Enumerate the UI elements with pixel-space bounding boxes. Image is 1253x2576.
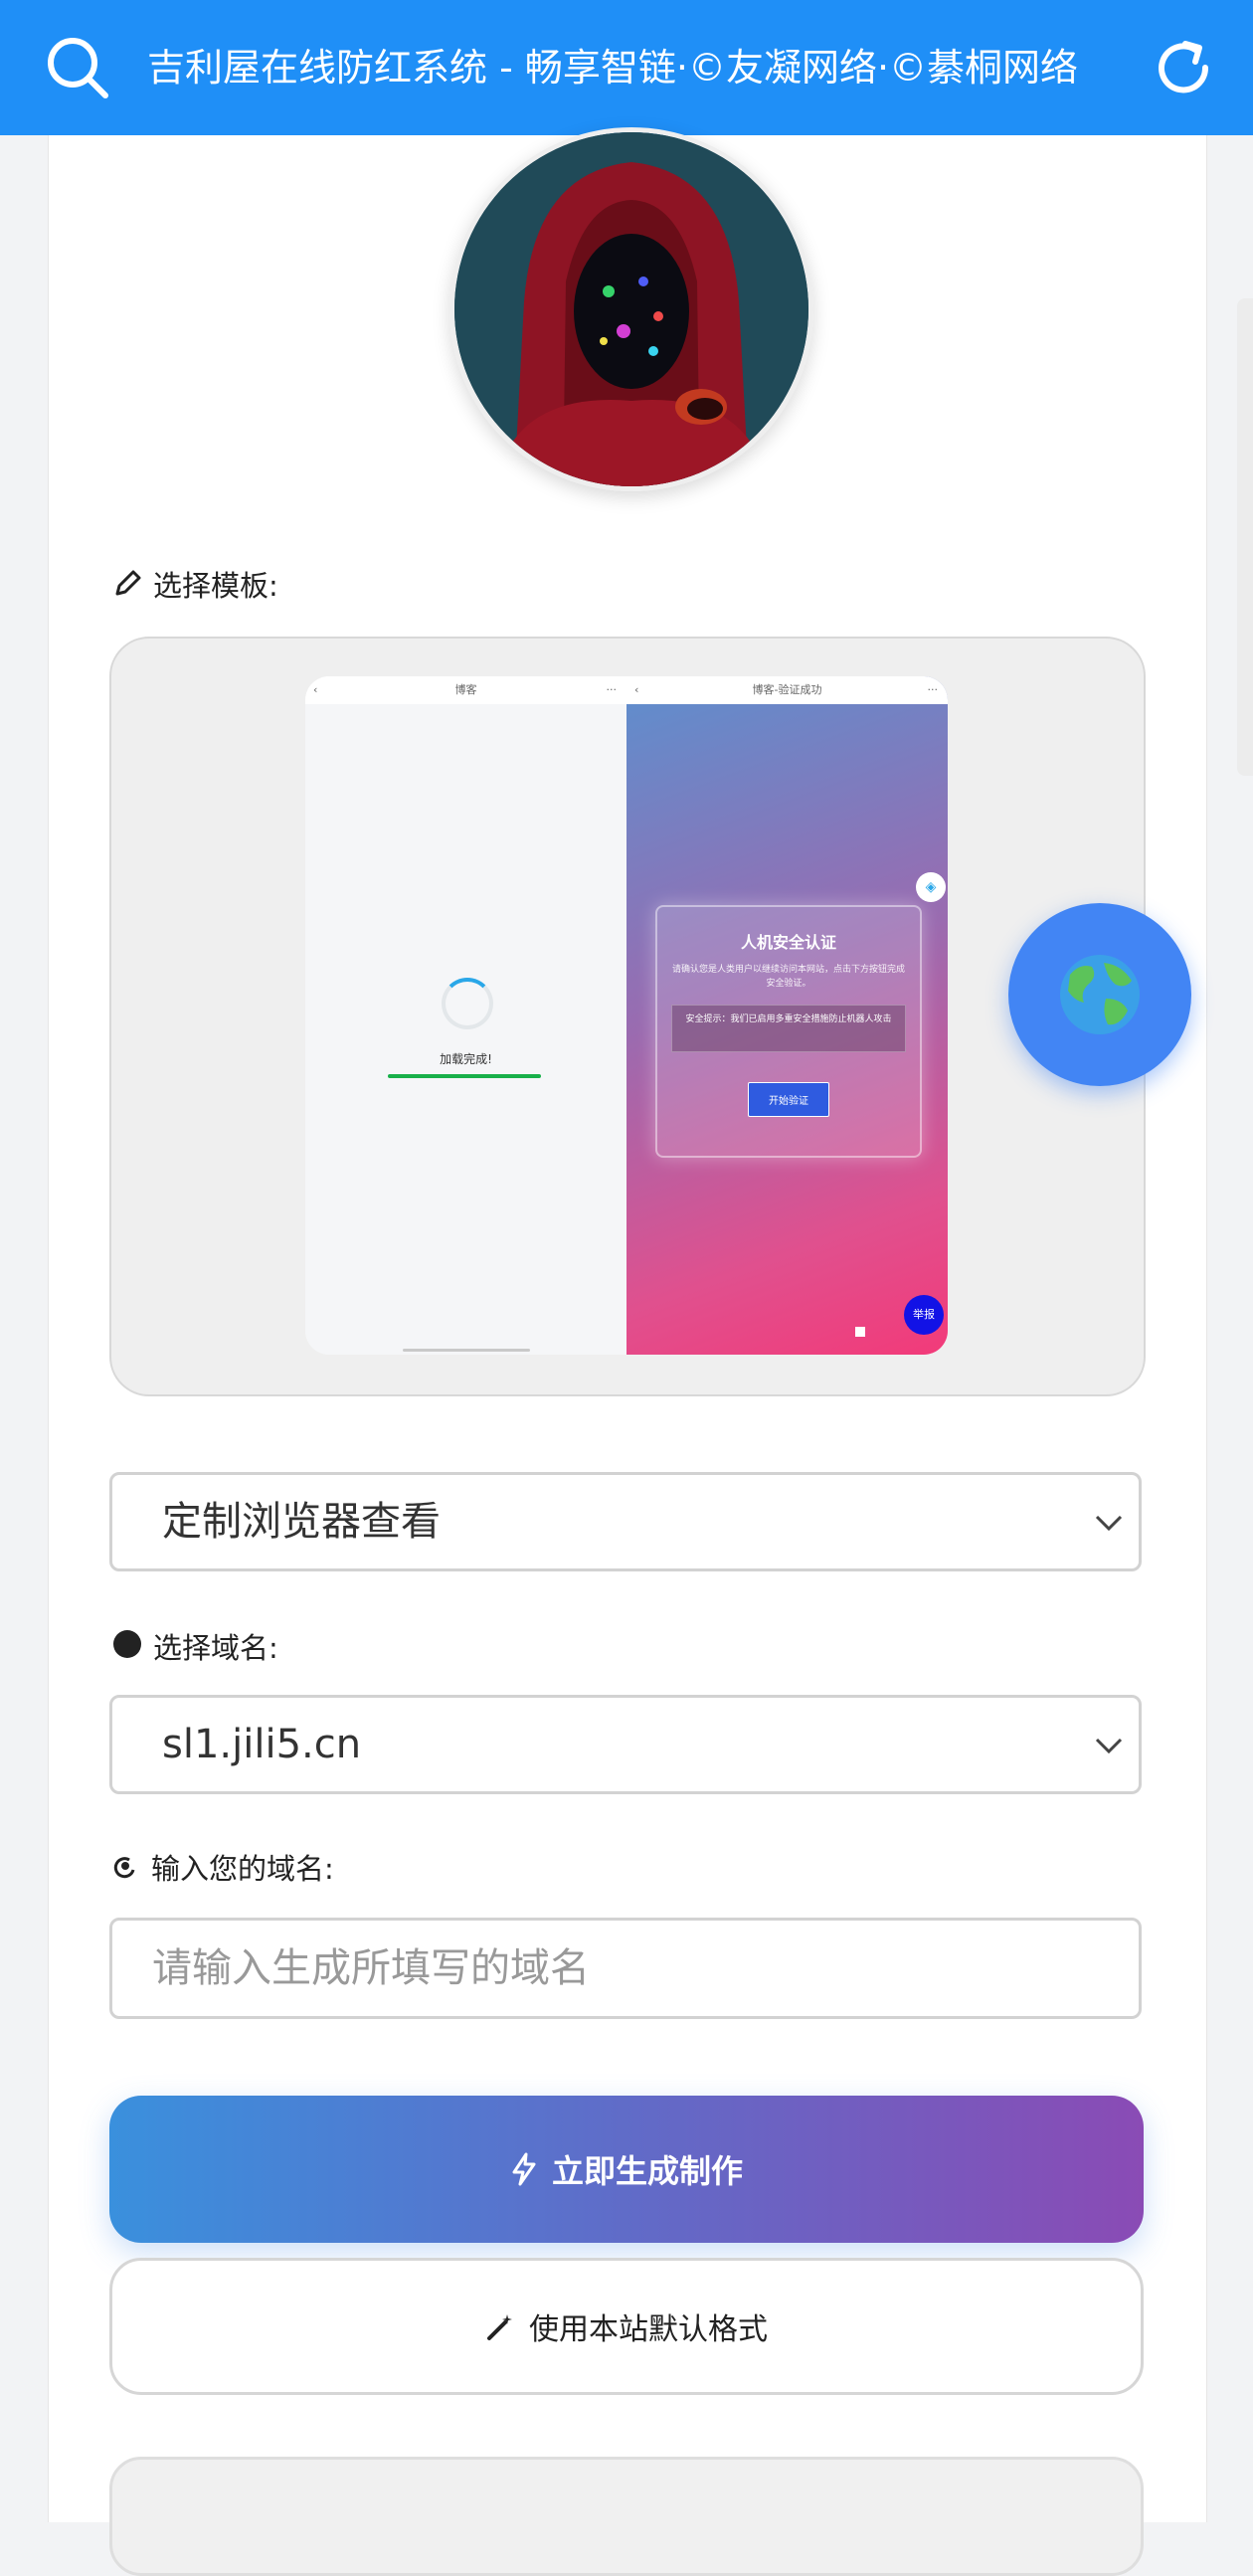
search-icon[interactable]	[40, 30, 115, 105]
globe-icon	[1060, 955, 1140, 1034]
preview-verify-screen: ‹ 博客-验证成功 ··· 人机安全认证 请确认您是人类用户以继续访问本网站，点…	[626, 676, 948, 1355]
custom-domain-label-row: 输入您的域名:	[111, 1846, 334, 1888]
generate-button-label: 立即生成制作	[551, 2152, 743, 2190]
view-mode-value: 定制浏览器查看	[162, 1499, 441, 1545]
top-bar: 吉利屋在线防红系统 - 畅享智链·©友凝网络·©綦桐网络	[0, 0, 1253, 135]
pencil-icon	[115, 570, 141, 596]
preview-right-navbar: ‹ 博客-验证成功 ···	[626, 676, 948, 704]
default-format-button-label: 使用本站默认格式	[529, 2312, 768, 2347]
more-icon: ···	[927, 683, 939, 696]
verify-description: 请确认您是人类用户以继续访问本网站，点击下方按钮完成安全验证。	[671, 965, 905, 989]
shield-badge-icon: ◈	[916, 872, 946, 902]
domain-select[interactable]: sl1.jili5.cn	[109, 1695, 1142, 1794]
loading-spinner	[442, 978, 493, 1029]
template-label-row: 选择模板:	[111, 563, 278, 605]
custom-domain-input[interactable]: 请输入生成所填写的域名	[109, 1918, 1142, 2019]
report-badge: 举报	[904, 1295, 944, 1335]
lightning-icon	[512, 2152, 536, 2186]
magic-wand-icon	[487, 2314, 512, 2340]
verify-title: 人机安全认证	[740, 933, 836, 952]
more-icon: ···	[606, 683, 618, 696]
domain-select-value: sl1.jili5.cn	[162, 1722, 362, 1767]
chevron-down-icon	[1095, 1738, 1123, 1754]
dot-icon	[113, 1630, 141, 1658]
bottom-panel	[109, 2457, 1144, 2576]
preview-loading-screen: ‹ 博客 ··· 加载完成!	[305, 676, 626, 1355]
preview-right-title: 博客-验证成功	[752, 683, 822, 696]
scrollbar[interactable]	[1237, 298, 1253, 776]
refresh-icon[interactable]	[1146, 30, 1221, 105]
verify-card: 人机安全认证 请确认您是人类用户以继续访问本网站，点击下方按钮完成安全验证。 安…	[655, 905, 922, 1158]
loading-progress-bar	[388, 1074, 541, 1078]
page-title: 吉利屋在线防红系统 - 畅享智链·©友凝网络·©綦桐网络	[147, 46, 1079, 90]
loading-text: 加载完成!	[440, 1052, 492, 1066]
domain-label: 选择域名:	[153, 1631, 278, 1665]
template-label: 选择模板:	[153, 569, 278, 603]
link-icon	[113, 1857, 135, 1879]
home-indicator	[403, 1349, 530, 1352]
default-format-button[interactable]: 使用本站默认格式	[109, 2258, 1144, 2395]
preview-left-navbar: ‹ 博客 ···	[305, 676, 626, 704]
back-icon: ‹	[313, 683, 318, 696]
domain-label-row: 选择域名:	[111, 1625, 278, 1667]
avatar	[449, 127, 813, 491]
verify-start-button: 开始验证	[748, 1082, 829, 1117]
view-mode-select[interactable]: 定制浏览器查看	[109, 1472, 1142, 1571]
verify-tip: 安全提示：我们已启用多重安全措施防止机器人攻击	[671, 1005, 906, 1052]
template-preview[interactable]: ‹ 博客 ··· 加载完成! ‹ 博客-验证成功 ··· 人机安全认证 请确认您…	[305, 676, 948, 1355]
back-icon: ‹	[634, 683, 639, 696]
preview-square-marker	[855, 1327, 865, 1337]
generate-button[interactable]: 立即生成制作	[109, 2096, 1144, 2243]
preview-left-title: 博客	[454, 683, 477, 696]
globe-float-button[interactable]	[1008, 903, 1191, 1086]
custom-domain-label: 输入您的域名:	[151, 1852, 334, 1886]
chevron-down-icon	[1095, 1515, 1123, 1532]
